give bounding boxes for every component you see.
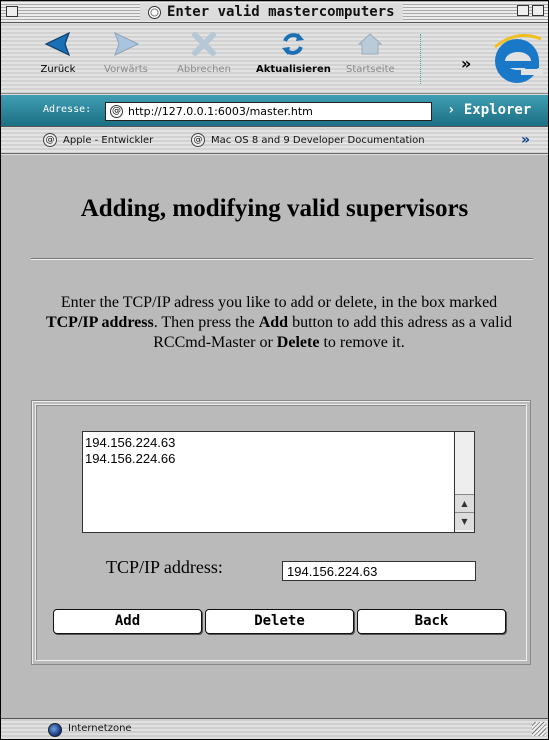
browser-window: Enter valid mastercomputers Zurück Vorwä… <box>0 0 549 740</box>
address-field[interactable]: @ http://127.0.0.1:6003/master.htm <box>105 102 432 121</box>
back-button[interactable]: Zurück <box>39 30 77 75</box>
at-sign-icon: @ <box>110 105 123 118</box>
home-button[interactable]: Startseite <box>346 30 395 75</box>
page-title: Adding, modifying valid supervisors <box>80 195 469 222</box>
forward-arrow-icon <box>107 30 145 58</box>
favorites-bar: @ Apple - Entwickler @ Mac OS 8 and 9 De… <box>1 128 548 154</box>
stop-button[interactable]: Abbrechen <box>177 30 231 75</box>
globe-icon <box>148 5 161 19</box>
globe-icon <box>48 723 62 737</box>
close-box[interactable] <box>6 6 18 17</box>
favorite-item-apple-developer[interactable]: @ Apple - Entwickler <box>43 133 153 147</box>
address-url: http://127.0.0.1:6003/master.htm <box>128 105 313 118</box>
supervisor-listbox[interactable]: 194.156.224.63 194.156.224.66 ▲ ▼ <box>82 431 475 533</box>
internet-explorer-logo <box>491 29 543 87</box>
form-panel: 194.156.224.63 194.156.224.66 ▲ ▼ TCP/IP… <box>31 400 531 665</box>
address-bar: Adresse: @ http://127.0.0.1:6003/master.… <box>1 95 548 127</box>
favorites-more-button[interactable]: » <box>521 132 530 148</box>
window-title-wrap: Enter valid mastercomputers <box>140 3 403 21</box>
resize-grip-icon[interactable] <box>532 722 546 736</box>
listbox-scrollbar[interactable]: ▲ ▼ <box>454 432 474 532</box>
delete-button[interactable]: Delete <box>205 609 354 634</box>
refresh-icon <box>274 30 312 58</box>
status-bar: Internetzone <box>1 718 548 739</box>
at-sign-icon: @ <box>43 133 57 147</box>
scroll-up-arrow-icon[interactable]: ▲ <box>455 494 474 512</box>
home-icon <box>351 30 389 58</box>
stop-x-icon <box>185 30 223 58</box>
refresh-button[interactable]: Aktualisieren <box>256 30 331 75</box>
list-item[interactable]: 194.156.224.66 <box>85 451 175 467</box>
security-zone: Internetzone <box>68 723 132 734</box>
tcp-ip-input[interactable]: 194.156.224.63 <box>282 561 476 581</box>
title-bar-controls <box>517 5 544 16</box>
toolbar-more-button[interactable]: » <box>461 54 471 73</box>
page-content: Adding, modifying valid supervisors Ente… <box>1 155 548 718</box>
back-arrow-icon <box>39 30 77 58</box>
horizontal-rule <box>31 258 533 260</box>
collapse-box[interactable] <box>532 5 544 16</box>
toolbar-divider <box>420 34 421 84</box>
window-title: Enter valid mastercomputers <box>167 4 395 20</box>
tcp-ip-label: TCP/IP address: <box>106 557 223 577</box>
at-sign-icon: @ <box>191 133 205 147</box>
browser-toolbar: Zurück Vorwärts Abbrechen Aktualisieren … <box>1 24 548 94</box>
list-item[interactable]: 194.156.224.63 <box>85 435 175 451</box>
explorer-bar-button[interactable]: › Explorer <box>447 102 531 118</box>
address-label: Adresse: <box>43 104 92 115</box>
scrollbar-track[interactable] <box>455 432 474 494</box>
add-button[interactable]: Add <box>53 609 202 634</box>
forward-button[interactable]: Vorwärts <box>104 30 148 75</box>
back-page-button[interactable]: Back <box>357 609 506 634</box>
scroll-down-arrow-icon[interactable]: ▼ <box>455 512 474 530</box>
instructions-text: Enter the TCP/IP adress you like to add … <box>45 294 513 351</box>
zoom-box[interactable] <box>517 5 529 16</box>
title-bar[interactable]: Enter valid mastercomputers <box>1 1 548 23</box>
favorite-item-macos-docs[interactable]: @ Mac OS 8 and 9 Developer Documentation <box>191 133 425 147</box>
